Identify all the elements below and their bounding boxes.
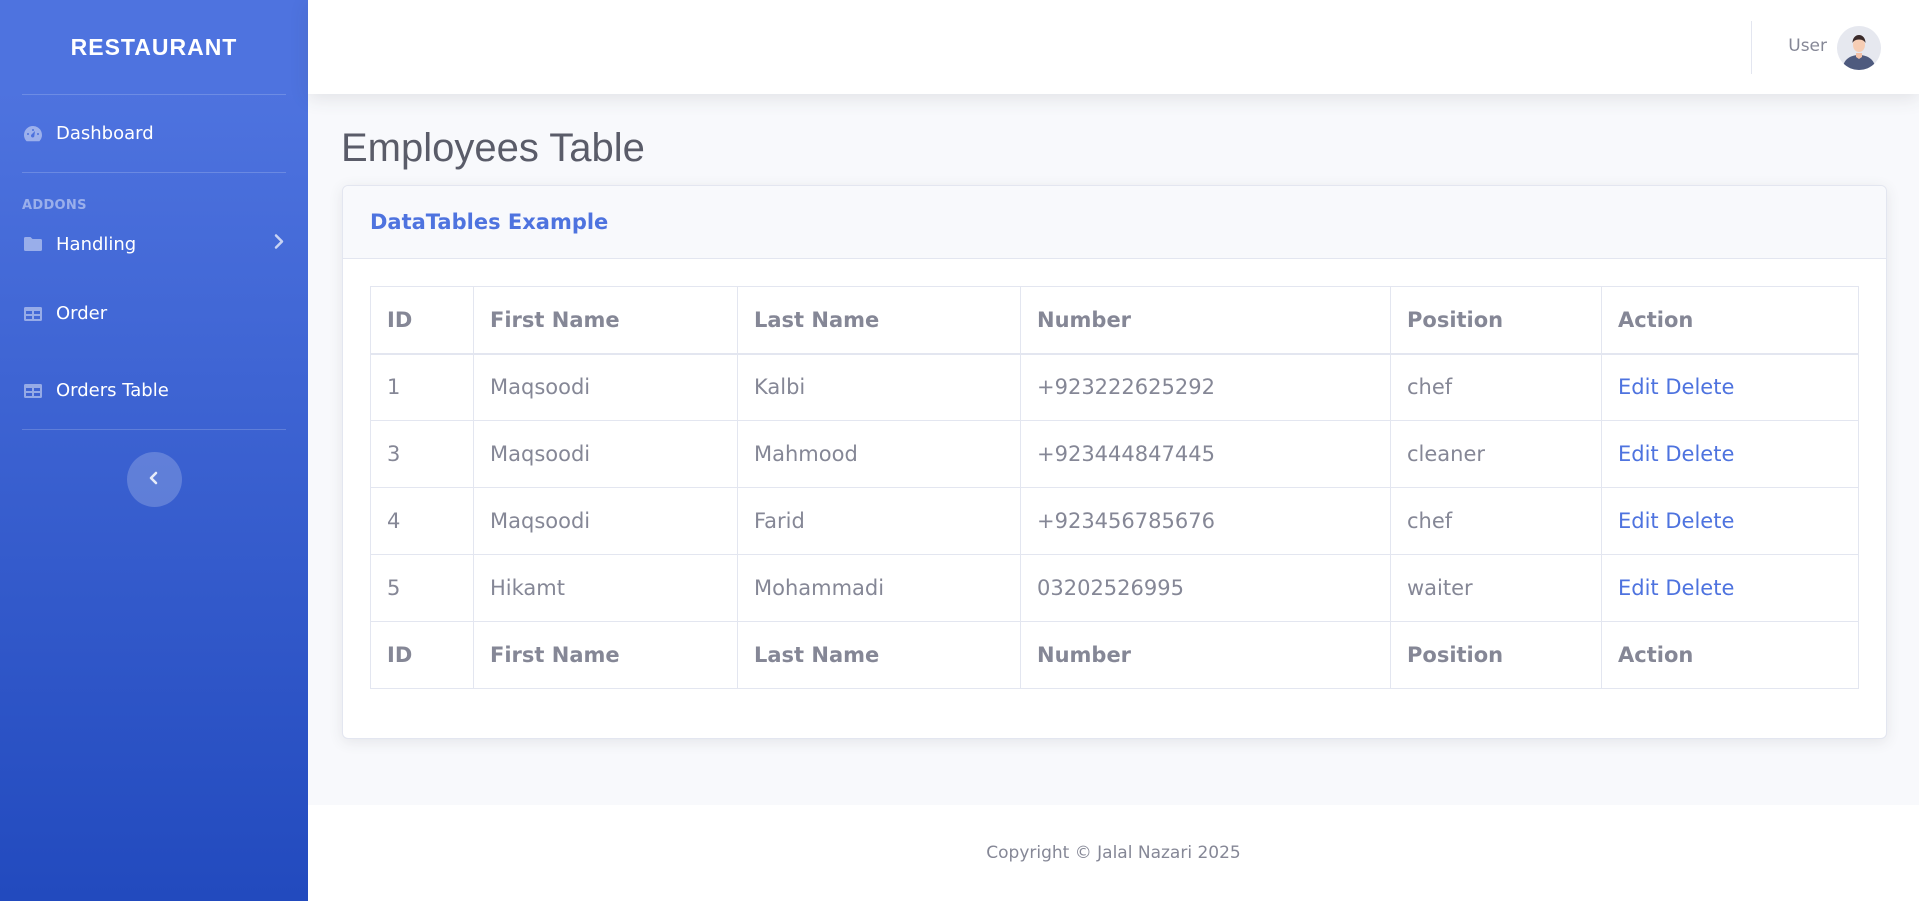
table-header-row: ID First Name Last Name Number Position … (370, 286, 1859, 355)
page-title: Employees Table (341, 126, 645, 170)
edit-link[interactable]: Edit (1618, 375, 1659, 399)
table-icon (22, 305, 44, 323)
cell-position: chef (1390, 353, 1602, 421)
table-footer-row: ID First Name Last Name Number Position … (370, 621, 1859, 689)
delete-link[interactable]: Delete (1665, 576, 1734, 600)
cell-action: Edit Delete (1601, 487, 1859, 555)
sidebar-item-label: Dashboard (56, 123, 154, 144)
employees-table: ID First Name Last Name Number Position … (370, 286, 1859, 689)
footer: Copyright © Jalal Nazari 2025 (308, 805, 1919, 901)
cell-first-name: Maqsoodi (473, 487, 738, 555)
cell-first-name: Maqsoodi (473, 420, 738, 488)
table-row: 4 Maqsoodi Farid +923456785676 chef Edit… (370, 487, 1859, 555)
cell-number: 03202526995 (1020, 554, 1391, 622)
cell-action: Edit Delete (1601, 353, 1859, 421)
column-footer-action: Action (1601, 621, 1859, 689)
table-icon (22, 382, 44, 400)
cell-first-name: Hikamt (473, 554, 738, 622)
sidebar-item-label: Orders Table (56, 380, 169, 401)
column-footer-last-name: Last Name (737, 621, 1021, 689)
cell-first-name: Maqsoodi (473, 353, 738, 421)
cell-position: chef (1390, 487, 1602, 555)
table-row: 1 Maqsoodi Kalbi +923222625292 chef Edit… (370, 353, 1859, 421)
cell-last-name: Kalbi (737, 353, 1021, 421)
cell-position: waiter (1390, 554, 1602, 622)
user-avatar[interactable] (1837, 26, 1881, 70)
sidebar-item-order[interactable]: Order (0, 275, 308, 352)
cell-id: 5 (370, 554, 474, 622)
sidebar-heading-addons: ADDONS (22, 198, 87, 213)
column-header-id[interactable]: ID (370, 286, 474, 355)
column-footer-number: Number (1020, 621, 1391, 689)
chevron-right-icon (274, 234, 284, 255)
column-footer-position: Position (1390, 621, 1602, 689)
cell-number: +923222625292 (1020, 353, 1391, 421)
sidebar-item-orders-table[interactable]: Orders Table (0, 352, 308, 429)
topbar: User (308, 0, 1919, 94)
tachometer-icon (22, 125, 44, 143)
column-header-first-name[interactable]: First Name (473, 286, 738, 355)
cell-last-name: Farid (737, 487, 1021, 555)
datatable-card: DataTables Example ID First Name Last Na… (342, 185, 1887, 739)
sidebar-item-handling[interactable]: Handling (0, 213, 308, 275)
sidebar-toggle-wrap (0, 430, 308, 507)
delete-link[interactable]: Delete (1665, 509, 1734, 533)
sidebar-item-label: Order (56, 303, 108, 324)
edit-link[interactable]: Edit (1618, 442, 1659, 466)
cell-id: 3 (370, 420, 474, 488)
table-row: 5 Hikamt Mohammadi 03202526995 waiter Ed… (370, 554, 1859, 622)
sidebar: RESTAURANT Dashboard ADDONS Handling Ord… (0, 0, 308, 901)
column-header-action[interactable]: Action (1601, 286, 1859, 355)
topbar-divider (1751, 21, 1752, 74)
column-header-position[interactable]: Position (1390, 286, 1602, 355)
delete-link[interactable]: Delete (1665, 442, 1734, 466)
sidebar-toggle-button[interactable] (126, 452, 182, 507)
sidebar-item-label: Handling (56, 233, 137, 255)
cell-id: 4 (370, 487, 474, 555)
folder-icon (22, 235, 44, 253)
edit-link[interactable]: Edit (1618, 509, 1659, 533)
cell-last-name: Mahmood (737, 420, 1021, 488)
sidebar-item-dashboard[interactable]: Dashboard (0, 95, 308, 172)
cell-position: cleaner (1390, 420, 1602, 488)
edit-link[interactable]: Edit (1618, 576, 1659, 600)
column-footer-id: ID (370, 621, 474, 689)
user-name[interactable]: User (1788, 36, 1827, 56)
cell-action: Edit Delete (1601, 554, 1859, 622)
card-title: DataTables Example (343, 186, 1886, 259)
table-row: 3 Maqsoodi Mahmood +923444847445 cleaner… (370, 420, 1859, 488)
cell-number: +923444847445 (1020, 420, 1391, 488)
cell-number: +923456785676 (1020, 487, 1391, 555)
copyright-text: Copyright © Jalal Nazari 2025 (986, 843, 1241, 863)
column-header-last-name[interactable]: Last Name (737, 286, 1021, 355)
cell-action: Edit Delete (1601, 420, 1859, 488)
column-footer-first-name: First Name (473, 621, 738, 689)
cell-id: 1 (370, 353, 474, 421)
delete-link[interactable]: Delete (1665, 375, 1734, 399)
cell-last-name: Mohammadi (737, 554, 1021, 622)
chevron-left-icon (149, 470, 159, 489)
brand-logo[interactable]: RESTAURANT (0, 0, 308, 94)
column-header-number[interactable]: Number (1020, 286, 1391, 355)
